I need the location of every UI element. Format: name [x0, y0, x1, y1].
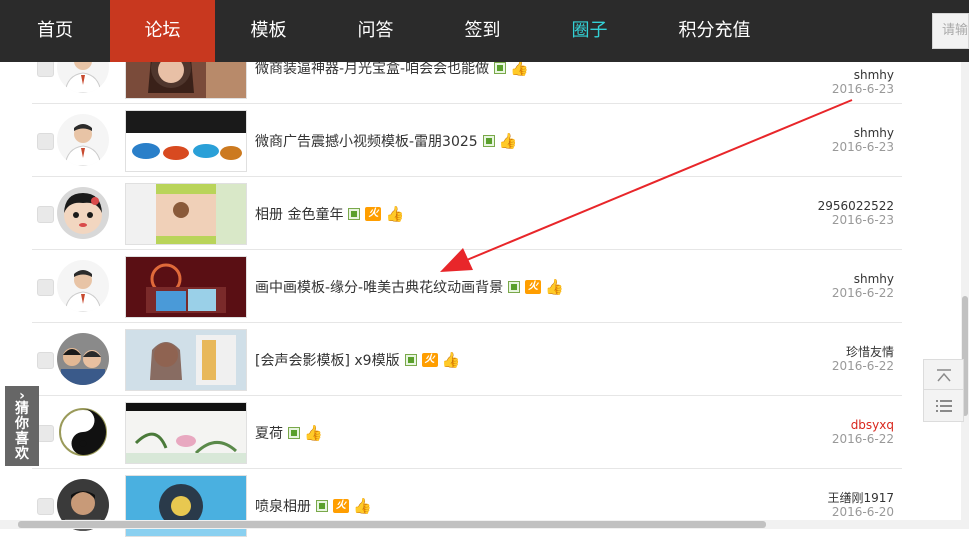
- post-title-area: [会声会影模板] x9模版 火 👍: [255, 350, 460, 370]
- nav-item-recharge[interactable]: 积分充值: [643, 0, 786, 62]
- download-icon: [348, 208, 361, 220]
- thumbs-up-icon: 👍: [498, 132, 518, 150]
- download-icon: [482, 135, 495, 147]
- hot-badge: 火: [421, 353, 438, 367]
- list-item[interactable]: 画中画模板-缘分-唯美古典花纹动画背景 火 👍 shmhy 2016-6-22: [32, 250, 902, 323]
- download-icon: [288, 427, 300, 439]
- avatar[interactable]: [57, 114, 109, 166]
- post-meta: dbsyxq 2016-6-22: [832, 418, 894, 446]
- post-meta: 2956022522 2016-6-23: [818, 199, 894, 227]
- post-date: 2016-6-22: [831, 359, 894, 373]
- post-date: 2016-6-20: [831, 505, 894, 519]
- guess-you-like-label: 猜你喜欢: [15, 401, 29, 462]
- post-title-area: 相册 金色童年 火 👍: [255, 204, 404, 224]
- vertical-scrollbar[interactable]: [961, 62, 969, 520]
- thumbs-up-icon: 👍: [304, 424, 323, 442]
- hot-badge: 火: [365, 207, 382, 221]
- hot-badge: 火: [333, 499, 349, 513]
- post-title-area: 微商广告震撼小视频模板-雷朋3025 👍: [255, 131, 517, 151]
- nav-item-home[interactable]: 首页: [0, 0, 110, 62]
- post-date: 2016-6-23: [831, 213, 894, 227]
- avatar[interactable]: [57, 333, 109, 385]
- list-item[interactable]: [会声会影模板] x9模版 火 👍 珍惜友情 2016-6-22: [32, 323, 902, 396]
- post-title-area: 夏荷 👍: [255, 423, 323, 443]
- back-to-top-button[interactable]: [923, 359, 964, 392]
- download-icon: [316, 500, 328, 512]
- row-checkbox[interactable]: [37, 352, 54, 369]
- post-author[interactable]: 2956022522: [818, 199, 894, 213]
- list-icon: [935, 400, 952, 412]
- row-checkbox[interactable]: [37, 279, 54, 296]
- avatar[interactable]: [57, 406, 109, 458]
- avatar[interactable]: [57, 187, 109, 239]
- thumbs-up-icon: 👍: [545, 278, 564, 296]
- thumbs-up-icon: 👍: [441, 351, 461, 369]
- post-date: 2016-6-22: [831, 432, 894, 446]
- post-meta: 王缮刚1917 2016-6-20: [827, 491, 894, 519]
- avatar[interactable]: [57, 260, 109, 312]
- post-author[interactable]: 珍惜友情: [832, 345, 894, 359]
- post-thumbnail[interactable]: [125, 256, 247, 318]
- horizontal-scrollbar[interactable]: [0, 520, 969, 529]
- list-item[interactable]: 夏荷 👍 dbsyxq 2016-6-22: [32, 396, 902, 469]
- guess-you-like-tab[interactable]: › 猜你喜欢: [5, 386, 39, 466]
- post-meta: shmhy 2016-6-23: [832, 126, 894, 154]
- post-title[interactable]: 画中画模板-缘分-唯美古典花纹动画背景: [255, 277, 503, 297]
- list-item[interactable]: 相册 金色童年 火 👍 2956022522 2016-6-23: [32, 177, 902, 250]
- row-checkbox[interactable]: [37, 206, 54, 223]
- post-thumbnail[interactable]: [125, 402, 247, 464]
- post-list: 微商装逼神器-月光宝盒-咱会会也能做 👍 shmhy 2016-6-23 微商广…: [0, 0, 969, 537]
- post-author[interactable]: shmhy: [832, 68, 894, 82]
- row-checkbox[interactable]: [37, 60, 54, 77]
- post-title[interactable]: 相册 金色童年: [255, 204, 343, 224]
- nav-item-forum[interactable]: 论坛: [110, 0, 215, 62]
- post-date: 2016-6-23: [831, 140, 894, 154]
- search-input[interactable]: 请输: [932, 13, 969, 49]
- top-nav: 首页 论坛 模板 问答 签到 圈子 积分充值 请输: [0, 0, 969, 62]
- row-checkbox[interactable]: [37, 425, 54, 442]
- nav-item-qa[interactable]: 问答: [322, 0, 429, 62]
- post-title[interactable]: 微商广告震撼小视频模板-雷朋3025: [255, 131, 478, 151]
- post-author[interactable]: shmhy: [832, 126, 894, 140]
- post-title-area: 画中画模板-缘分-唯美古典花纹动画背景 火 👍: [255, 277, 564, 297]
- post-meta: shmhy 2016-6-22: [832, 272, 894, 300]
- list-item[interactable]: 微商广告震撼小视频模板-雷朋3025 👍 shmhy 2016-6-23: [32, 104, 902, 177]
- hot-badge: 火: [525, 280, 542, 294]
- download-icon: [494, 62, 507, 74]
- list-view-button[interactable]: [923, 389, 964, 422]
- post-title[interactable]: [会声会影模板] x9模版: [255, 350, 400, 370]
- nav-item-templates[interactable]: 模板: [215, 0, 322, 62]
- post-meta: 珍惜友情 2016-6-22: [832, 345, 894, 373]
- nav-item-circle[interactable]: 圈子: [536, 0, 643, 62]
- post-thumbnail[interactable]: [125, 110, 247, 172]
- back-to-top-icon: [936, 369, 951, 382]
- download-icon: [404, 354, 417, 366]
- post-title[interactable]: 喷泉相册: [255, 496, 311, 516]
- thumbs-up-icon: 👍: [510, 59, 529, 77]
- row-checkbox[interactable]: [37, 133, 54, 150]
- post-title[interactable]: 夏荷: [255, 423, 283, 443]
- post-date: 2016-6-22: [831, 286, 894, 300]
- download-icon: [508, 281, 521, 293]
- list-item[interactable]: 喷泉相册 火 👍 王缮刚1917 2016-6-20: [32, 469, 902, 542]
- post-meta: shmhy 2016-6-23: [832, 68, 894, 96]
- nav-item-checkin[interactable]: 签到: [429, 0, 536, 62]
- post-date: 2016-6-23: [831, 82, 894, 96]
- thumbs-up-icon: 👍: [353, 497, 372, 515]
- post-author[interactable]: 王缮刚1917: [827, 491, 894, 505]
- row-checkbox[interactable]: [37, 498, 54, 515]
- post-title-area: 喷泉相册 火 👍: [255, 496, 372, 516]
- thumbs-up-icon: 👍: [385, 205, 405, 223]
- post-author[interactable]: dbsyxq: [832, 418, 894, 432]
- post-author[interactable]: shmhy: [832, 272, 894, 286]
- post-thumbnail[interactable]: [125, 329, 247, 391]
- post-thumbnail[interactable]: [125, 183, 247, 245]
